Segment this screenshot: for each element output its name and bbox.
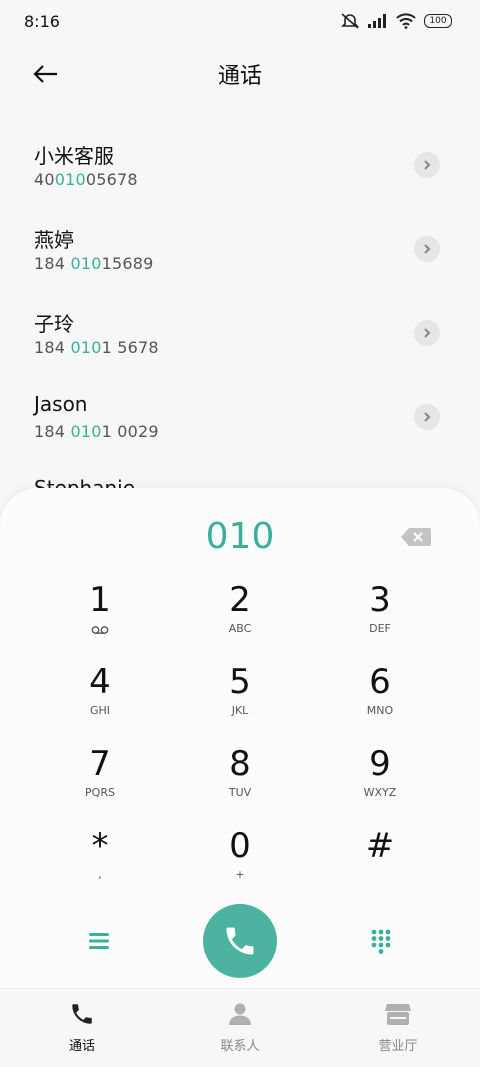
chevron-right-icon <box>424 160 431 170</box>
contact-name: 燕婷 <box>34 228 74 252</box>
status-icons: 100 <box>340 12 452 30</box>
page-title: 通话 <box>217 64 262 89</box>
key-4[interactable]: 4 GHI <box>40 662 160 740</box>
contact-name: 子玲 <box>34 312 74 336</box>
key-hash[interactable]: # <box>320 826 440 904</box>
tab-contacts[interactable]: 联系人 <box>180 1001 300 1054</box>
tab-contacts-label: 联系人 <box>220 1039 260 1054</box>
backspace-icon <box>401 528 431 546</box>
contact-row[interactable]: Jason 184 0101 0029 <box>0 376 480 460</box>
header: 通话 <box>0 44 480 104</box>
contact-number: 184 0101 5678 <box>34 338 159 357</box>
chevron-right-icon <box>424 244 431 254</box>
tab-calls[interactable]: 通话 <box>22 1001 142 1054</box>
key-5[interactable]: 5 JKL <box>180 662 300 740</box>
store-icon <box>385 1004 411 1025</box>
key-7[interactable]: 7 PQRS <box>40 744 160 822</box>
contact-row[interactable]: 燕婷 184 01015689 <box>0 208 480 292</box>
status-time: 8:16 <box>24 12 60 31</box>
keypad-toggle-button[interactable] <box>366 926 396 956</box>
battery-indicator: 100 <box>424 14 452 28</box>
tab-calls-label: 通话 <box>68 1039 95 1054</box>
contact-row[interactable]: 子玲 184 0101 5678 <box>0 292 480 376</box>
tab-service-hall[interactable]: 营业厅 <box>338 1001 458 1054</box>
voicemail-icon <box>91 626 109 634</box>
chevron-right-icon <box>424 328 431 338</box>
key-3[interactable]: 3 DEF <box>320 580 440 658</box>
menu-icon <box>89 933 109 949</box>
key-star[interactable]: * , <box>40 826 160 904</box>
key-0[interactable]: 0 + <box>180 826 300 904</box>
wifi-icon <box>396 13 416 29</box>
contact-detail-button[interactable] <box>414 236 440 262</box>
chevron-right-icon <box>424 412 431 422</box>
contact-row[interactable]: 小米客服 4001005678 <box>0 124 480 208</box>
contact-detail-button[interactable] <box>414 152 440 178</box>
alarm-muted-icon <box>341 13 359 29</box>
key-8[interactable]: 8 TUV <box>180 744 300 822</box>
key-2[interactable]: 2 ABC <box>180 580 300 658</box>
key-6[interactable]: 6 MNO <box>320 662 440 740</box>
bottom-tab-bar: 通话 联系人 营业厅 <box>0 988 480 1067</box>
signal-icon <box>368 14 386 28</box>
dialpad-icon <box>371 929 391 954</box>
contact-name: Jason <box>34 392 88 416</box>
key-9[interactable]: 9 WXYZ <box>320 744 440 822</box>
tab-service-hall-label: 营业厅 <box>378 1039 418 1054</box>
phone-icon <box>226 927 254 955</box>
menu-button[interactable] <box>84 926 114 956</box>
contact-detail-button[interactable] <box>414 404 440 430</box>
contact-number: 4001005678 <box>34 170 138 189</box>
contact-results-list[interactable]: 小米客服 4001005678 燕婷 184 01015689 子玲 184 0… <box>0 124 480 494</box>
call-button[interactable] <box>203 904 277 978</box>
key-1[interactable]: 1 <box>40 580 160 658</box>
phone-icon <box>72 1004 92 1024</box>
person-icon <box>229 1003 251 1025</box>
dial-panel: 010 1 2 ABC 3 DEF 4 GHI 5 JKL 6 MNO 7 PQ… <box>0 488 480 988</box>
backspace-button[interactable] <box>400 526 432 548</box>
contact-detail-button[interactable] <box>414 320 440 346</box>
status-bar: 8:16 100 <box>0 0 480 44</box>
contact-number: 184 0101 0029 <box>34 422 159 441</box>
contact-name: 小米客服 <box>34 144 114 168</box>
contact-number: 184 01015689 <box>34 254 154 273</box>
